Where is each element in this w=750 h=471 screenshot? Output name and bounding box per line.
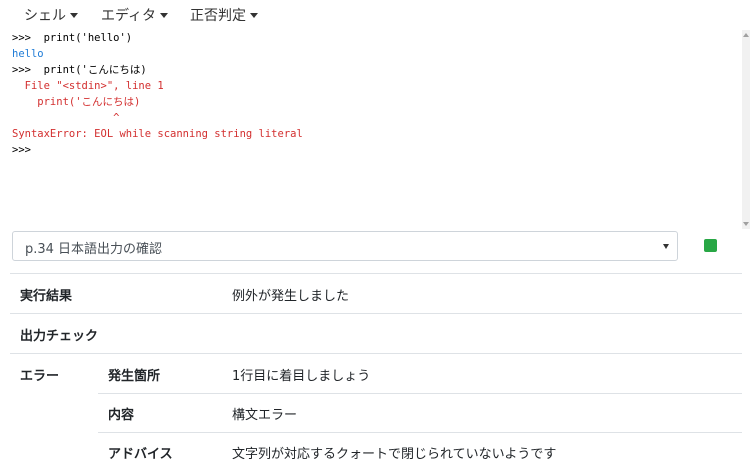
caret-down-icon <box>250 12 258 18</box>
caret-down-icon <box>663 244 669 249</box>
menu-editor[interactable]: エディタ <box>101 5 169 25</box>
caret-down-icon <box>70 12 78 18</box>
table-row: 出力チェック <box>10 313 742 353</box>
row-divider <box>98 432 742 433</box>
menu-editor-label: エディタ <box>101 8 157 24</box>
menu-shell-label: シェル <box>24 8 66 24</box>
caret-down-icon <box>160 12 169 18</box>
error-location-value: 1行目に着目しましょう <box>232 369 371 384</box>
row-divider <box>98 393 742 394</box>
console-line-prompt: >>> <box>12 144 31 156</box>
error-content-value: 構文エラー <box>232 408 298 423</box>
console-line-prompt: >>> print('こんにちは) <box>12 64 147 76</box>
menu-bar: シェル エディタ 正否判定 <box>0 0 750 31</box>
table-row: エラー 発生箇所 1行目に着目しましょう <box>10 353 742 393</box>
error-location-label: 発生箇所 <box>108 369 161 384</box>
menu-shell[interactable]: シェル <box>24 5 78 25</box>
status-indicator <box>704 239 717 252</box>
exec-result-label: 実行結果 <box>20 289 73 304</box>
exec-result-value: 例外が発生しました <box>232 289 350 304</box>
table-row: 実行結果 例外が発生しました <box>10 273 742 313</box>
menu-judge[interactable]: 正否判定 <box>190 5 258 25</box>
exercise-select-value: p.34 日本語出力の確認 <box>25 242 163 257</box>
scroll-down-icon[interactable] <box>743 222 749 226</box>
console-line-error: ^ <box>12 112 120 124</box>
python-console[interactable]: >>> print('hello') hello >>> print('こんにちは)… <box>0 30 742 229</box>
console-line-error: SyntaxError: EOL while scanning string l… <box>12 128 303 140</box>
results-table: 実行結果 例外が発生しました 出力チェック エラー 発生箇所 1行目に着目しまし… <box>10 273 742 471</box>
table-row: アドバイス 文字列が対応するクォートで閉じられていないようです <box>10 432 742 471</box>
console-lines: >>> print('hello') hello >>> print('こんにちは)… <box>12 30 303 158</box>
menu-judge-label: 正否判定 <box>190 8 246 24</box>
error-content-label: 内容 <box>108 408 135 423</box>
scroll-up-icon[interactable] <box>743 33 749 37</box>
console-scrollbar[interactable] <box>742 30 750 229</box>
error-advice-label: アドバイス <box>108 447 173 462</box>
error-label: エラー <box>20 369 60 384</box>
console-line-output: hello <box>12 48 44 60</box>
table-row: 内容 構文エラー <box>10 393 742 432</box>
output-check-label: 出力チェック <box>20 329 99 344</box>
console-line-prompt: >>> print('hello') <box>12 32 133 44</box>
console-line-error: print('こんにちは) <box>12 96 141 108</box>
exercise-select[interactable]: p.34 日本語出力の確認 <box>12 231 678 261</box>
console-line-error: File "<stdin>", line 1 <box>12 80 164 92</box>
error-advice-value: 文字列が対応するクォートで閉じられていないようです <box>232 447 557 462</box>
